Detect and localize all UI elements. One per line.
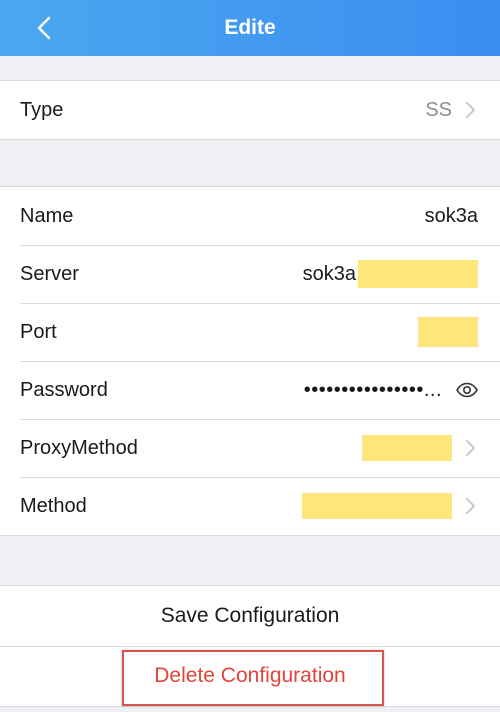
- proxy-method-redaction: [362, 435, 452, 461]
- method-row[interactable]: Method: [0, 477, 500, 535]
- navigation-bar: Edite: [0, 0, 500, 56]
- server-label: Server: [20, 262, 79, 285]
- delete-configuration-button[interactable]: Delete Configuration: [0, 646, 500, 706]
- type-value: SS: [425, 98, 452, 121]
- password-label: Password: [20, 378, 108, 401]
- type-section: Type SS: [0, 80, 500, 140]
- proxy-method-label: ProxyMethod: [20, 436, 138, 459]
- name-row[interactable]: Name sok3a: [0, 187, 500, 245]
- name-label: Name: [20, 204, 74, 227]
- chevron-right-icon: [466, 102, 475, 118]
- server-value: sok3a: [302, 262, 356, 285]
- proxy-method-row[interactable]: ProxyMethod: [0, 419, 500, 477]
- password-row[interactable]: Password ••••••••••••••••...: [0, 361, 500, 419]
- chevron-right-icon: [466, 498, 475, 514]
- delete-configuration-label: Delete Configuration: [154, 664, 346, 687]
- server-redaction: [358, 260, 478, 288]
- type-row[interactable]: Type SS: [0, 81, 500, 139]
- name-value: sok3a: [424, 204, 478, 227]
- page-title: Edite: [224, 16, 276, 39]
- save-configuration-button[interactable]: Save Configuration: [0, 586, 500, 646]
- port-redaction: [418, 317, 478, 347]
- port-label: Port: [20, 320, 57, 343]
- method-redaction: [302, 493, 452, 519]
- server-config-section: Name sok3a Server sok3a Port Password ••…: [0, 186, 500, 536]
- chevron-right-icon: [466, 440, 475, 456]
- password-value: ••••••••••••••••...: [303, 378, 442, 401]
- type-label: Type: [20, 98, 64, 121]
- method-label: Method: [20, 494, 87, 517]
- actions-section: Save Configuration Delete Configuration: [0, 585, 500, 707]
- server-row[interactable]: Server sok3a: [0, 245, 500, 303]
- port-row[interactable]: Port: [0, 303, 500, 361]
- eye-icon[interactable]: [456, 382, 478, 398]
